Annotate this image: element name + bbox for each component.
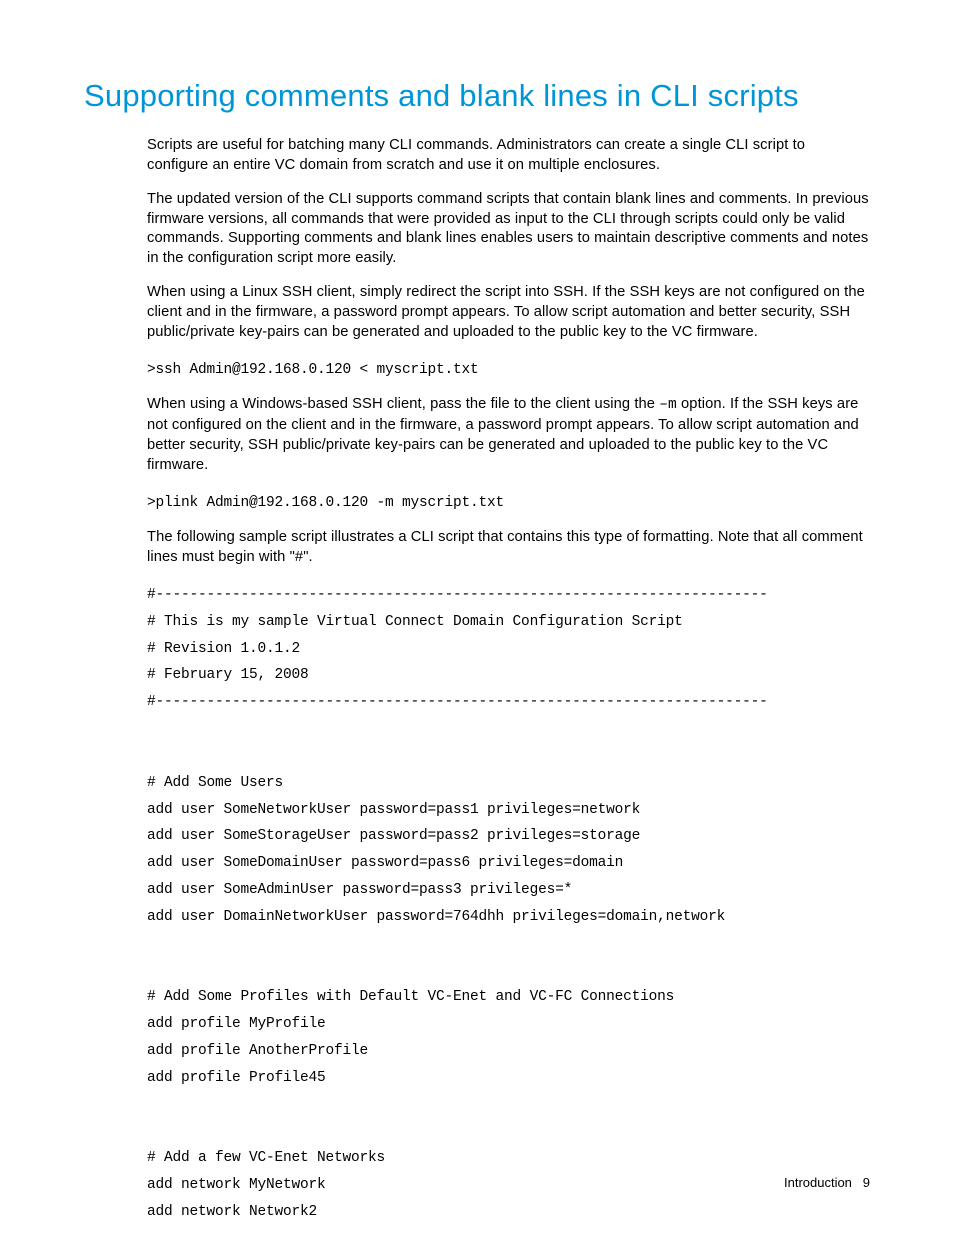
footer-section: Introduction <box>784 1175 852 1190</box>
paragraph: The updated version of the CLI supports … <box>147 190 870 269</box>
paragraph: Scripts are useful for batching many CLI… <box>147 136 870 176</box>
body-content: Scripts are useful for batching many CLI… <box>84 136 870 1226</box>
paragraph: The following sample script illustrates … <box>147 528 870 568</box>
text-run: When using a Windows-based SSH client, p… <box>147 396 659 412</box>
page-footer: Introduction 9 <box>784 1175 870 1190</box>
footer-page-number: 9 <box>863 1175 870 1190</box>
code-block: >plink Admin@192.168.0.120 -m myscript.t… <box>147 490 870 517</box>
code-block: >ssh Admin@192.168.0.120 < myscript.txt <box>147 357 870 384</box>
page-heading: Supporting comments and blank lines in C… <box>84 78 870 114</box>
paragraph: When using a Linux SSH client, simply re… <box>147 283 870 343</box>
paragraph: When using a Windows-based SSH client, p… <box>147 395 870 475</box>
sample-script: #---------------------------------------… <box>147 582 870 1226</box>
inline-code: –m <box>659 397 677 413</box>
